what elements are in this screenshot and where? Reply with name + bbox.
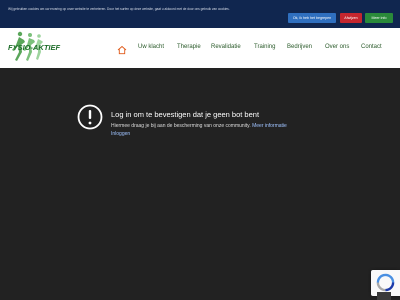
nav-item-over-ons[interactable]: Over ons <box>325 41 349 53</box>
nav-item-training[interactable]: Training <box>254 41 275 53</box>
login-link[interactable]: Inloggen <box>111 131 130 137</box>
scroll-to-top-button[interactable] <box>377 292 391 300</box>
site-header: FYSIO-AKTIEF Uw klacht Therapie Revalida… <box>0 28 400 68</box>
site-logo[interactable]: FYSIO-AKTIEF <box>6 30 60 66</box>
exclamation-circle-icon <box>77 104 103 130</box>
verification-body: Hiermee draag je bij aan de bescherming … <box>111 123 287 129</box>
cookie-info-button[interactable]: Meer info <box>365 13 393 23</box>
more-info-link[interactable]: Meer informatie <box>252 123 287 129</box>
home-icon[interactable] <box>117 42 127 55</box>
logo-text: FYSIO-AKTIEF <box>8 43 61 52</box>
nav-item-revalidatie[interactable]: Revalidatie <box>211 41 241 53</box>
main-content <box>0 68 400 300</box>
cookie-decline-button[interactable]: Afwijzen <box>340 13 362 23</box>
nav-item-therapie[interactable]: Therapie <box>177 41 201 53</box>
nav-item-contact[interactable]: Contact <box>361 41 382 53</box>
nav-item-bedrijven[interactable]: Bedrijven <box>287 41 312 53</box>
verification-text: Hiermee draag je bij aan de bescherming … <box>111 123 251 129</box>
cookie-bar: Wij gebruiken cookies om uw ervaring op … <box>0 0 400 28</box>
recaptcha-icon <box>376 273 395 292</box>
verification-title: Log in om te bevestigen dat je geen bot … <box>111 110 260 119</box>
cookie-notice-text: Wij gebruiken cookies om uw ervaring op … <box>8 7 230 11</box>
cookie-accept-button[interactable]: Ok, ik heb het begrepen <box>288 13 336 23</box>
nav-item-uw-klacht[interactable]: Uw klacht <box>138 41 164 53</box>
